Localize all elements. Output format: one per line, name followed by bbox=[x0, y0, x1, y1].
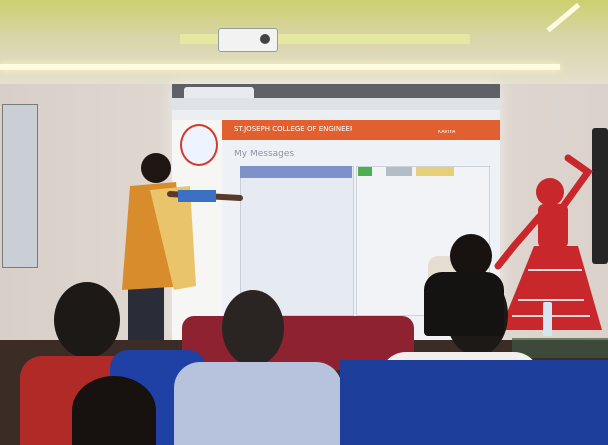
classroom-photo: ST.JOSEPH COLLEGE OF ENGINEERING KAVIYA … bbox=[0, 0, 608, 445]
panel-button-green bbox=[358, 167, 372, 176]
dancer-head bbox=[536, 178, 564, 206]
browser-address-bar bbox=[172, 98, 500, 110]
presenter-head bbox=[141, 153, 171, 183]
dancer-raised-arm bbox=[558, 154, 593, 212]
whiteboard bbox=[2, 104, 38, 268]
panel-button-yellow bbox=[416, 167, 454, 176]
browser-tab bbox=[184, 87, 254, 98]
browser-bookmarks-bar bbox=[172, 110, 500, 120]
ceiling-light-strip bbox=[0, 64, 560, 70]
audience-body-6 bbox=[424, 272, 504, 336]
ceiling bbox=[0, 0, 608, 92]
presenter-sleeve bbox=[178, 190, 216, 202]
audience-head-1 bbox=[54, 282, 120, 358]
projector-lens bbox=[260, 34, 270, 44]
audience-head-5 bbox=[72, 376, 156, 445]
user-name: KAVIYA bbox=[438, 130, 456, 135]
audience-head-3 bbox=[222, 290, 284, 366]
water-bottle bbox=[543, 302, 552, 336]
presenter-legs bbox=[128, 284, 164, 340]
college-title: ST.JOSEPH COLLEGE OF ENGINEERING bbox=[234, 126, 352, 133]
message-toolbar bbox=[240, 166, 352, 178]
panel-button-grey bbox=[386, 167, 412, 176]
blue-chair-row bbox=[340, 360, 608, 445]
audience-body-3 bbox=[174, 362, 342, 445]
